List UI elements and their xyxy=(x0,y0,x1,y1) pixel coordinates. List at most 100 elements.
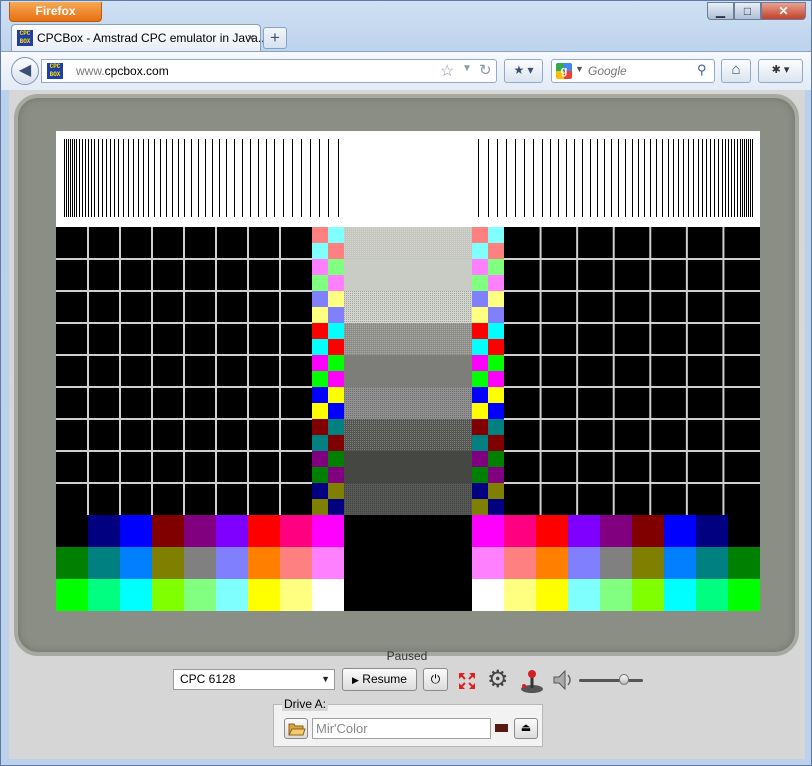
color-checker-cell xyxy=(312,259,328,275)
tab-close-icon[interactable]: × xyxy=(247,30,255,45)
palette-swatch xyxy=(664,579,696,611)
frequency-bar xyxy=(506,139,507,217)
grid-line xyxy=(504,258,760,260)
addon-button[interactable]: ✱ ▾ xyxy=(758,59,803,83)
color-checker-cell xyxy=(488,355,504,371)
palette-swatch xyxy=(696,515,728,547)
power-button[interactable]: ⏻ xyxy=(423,668,448,691)
disk-name-field[interactable]: Mir'Color xyxy=(312,718,491,739)
frequency-bar xyxy=(731,139,732,217)
eject-button[interactable]: ⏏ xyxy=(514,718,538,739)
frequency-bar xyxy=(98,139,99,217)
frequency-bar xyxy=(638,139,639,217)
open-disk-button[interactable] xyxy=(284,718,308,739)
color-checker-cell xyxy=(312,243,328,259)
frequency-bar xyxy=(301,139,302,217)
palette-swatch xyxy=(216,515,248,547)
search-bar[interactable]: g ▼ Google ⚲ xyxy=(551,59,715,83)
joystick-icon[interactable] xyxy=(519,668,545,694)
palette-swatch xyxy=(120,547,152,579)
bookmarks-menu-button[interactable]: ★ ▾ xyxy=(504,59,543,83)
palette-swatch xyxy=(56,579,88,611)
color-checker-cell xyxy=(328,419,344,435)
palette-swatch xyxy=(632,547,664,579)
frequency-bar xyxy=(328,139,329,217)
frequency-bar xyxy=(68,139,69,217)
grid-line xyxy=(56,290,312,292)
maximize-button[interactable]: □ xyxy=(734,2,761,20)
settings-gear-icon[interactable]: ⚙ xyxy=(487,668,509,692)
frequency-bar xyxy=(133,139,134,217)
firefox-menu-button[interactable]: Firefox xyxy=(9,2,102,22)
chevron-down-icon: ▼ xyxy=(321,674,330,684)
grid-line xyxy=(504,386,760,388)
color-checker-cell xyxy=(472,307,488,323)
grid-line xyxy=(119,227,121,515)
frequency-bar xyxy=(94,139,95,217)
color-checker-cell xyxy=(328,291,344,307)
new-tab-button[interactable]: + xyxy=(263,27,287,49)
emulator-status: Paused xyxy=(386,649,428,663)
eject-icon: ⏏ xyxy=(520,722,532,734)
palette-swatch xyxy=(152,515,184,547)
volume-slider-handle[interactable] xyxy=(618,674,629,685)
color-checker-cell xyxy=(488,451,504,467)
color-checker-cell xyxy=(328,355,344,371)
color-checker-cell xyxy=(312,323,328,339)
search-input[interactable]: Google xyxy=(588,64,627,78)
drive-led xyxy=(495,724,508,732)
color-checker-cell xyxy=(328,323,344,339)
color-checker-cell xyxy=(312,419,328,435)
frequency-bar xyxy=(728,139,729,217)
volume-slider-track[interactable] xyxy=(579,679,643,682)
page-content: Paused CPC 6128 ▼ ▶ Resume ⏻ ⚙ Drive A: xyxy=(9,90,805,759)
search-engine-dropdown-icon[interactable]: ▼ xyxy=(575,64,584,74)
frequency-bar xyxy=(582,139,583,217)
frequency-bar xyxy=(234,139,235,217)
back-button[interactable]: ◀ xyxy=(11,57,39,85)
palette-swatch xyxy=(664,547,696,579)
color-checker-cell xyxy=(472,339,488,355)
search-icon[interactable]: ⚲ xyxy=(697,62,707,78)
frequency-bar xyxy=(274,139,275,217)
frequency-bar xyxy=(166,139,167,217)
frequency-bar xyxy=(718,139,719,217)
frequency-bar xyxy=(737,139,738,217)
fullscreen-icon[interactable] xyxy=(458,672,476,690)
emulator-screen[interactable] xyxy=(56,131,760,611)
palette-swatch xyxy=(312,547,344,579)
home-button[interactable]: ⌂ xyxy=(721,59,751,83)
address-bar[interactable]: CPC BOX www.cpcbox.com ☆ ▼ ↻ xyxy=(41,59,497,83)
color-checker-cell xyxy=(328,467,344,483)
frequency-bar xyxy=(79,139,80,217)
speaker-icon[interactable] xyxy=(552,668,574,692)
frequency-bar xyxy=(673,139,674,217)
grid-line xyxy=(56,258,312,260)
frequency-bar xyxy=(160,139,161,217)
play-icon: ▶ xyxy=(352,675,359,685)
color-checker-cell xyxy=(312,227,328,243)
palette-swatch xyxy=(248,579,280,611)
palette-swatch xyxy=(632,515,664,547)
frequency-bar xyxy=(226,139,227,217)
close-window-button[interactable]: ✕ xyxy=(761,2,806,20)
resume-button[interactable]: ▶ Resume xyxy=(342,668,417,691)
browser-tab[interactable]: CPC BOX CPCBox - Amstrad CPC emulator in… xyxy=(11,24,268,51)
model-select[interactable]: CPC 6128 ▼ xyxy=(173,669,335,690)
color-checker-cell xyxy=(472,403,488,419)
color-checker-cell xyxy=(312,387,328,403)
frequency-bar xyxy=(590,139,591,217)
frequency-bar xyxy=(558,139,559,217)
color-checker-cell xyxy=(312,371,328,387)
color-checker-cell xyxy=(312,275,328,291)
minimize-button[interactable]: ▁ xyxy=(707,2,734,20)
frequency-bar xyxy=(85,139,86,217)
color-checker-cell xyxy=(472,419,488,435)
reload-icon[interactable]: ↻ xyxy=(479,61,492,79)
color-checker-cell xyxy=(472,499,488,515)
color-checker-cell xyxy=(488,435,504,451)
frequency-bar xyxy=(650,139,651,217)
history-dropdown-icon[interactable]: ▼ xyxy=(462,63,472,74)
palette-swatch xyxy=(184,579,216,611)
bookmark-star-icon[interactable]: ☆ xyxy=(440,61,454,81)
